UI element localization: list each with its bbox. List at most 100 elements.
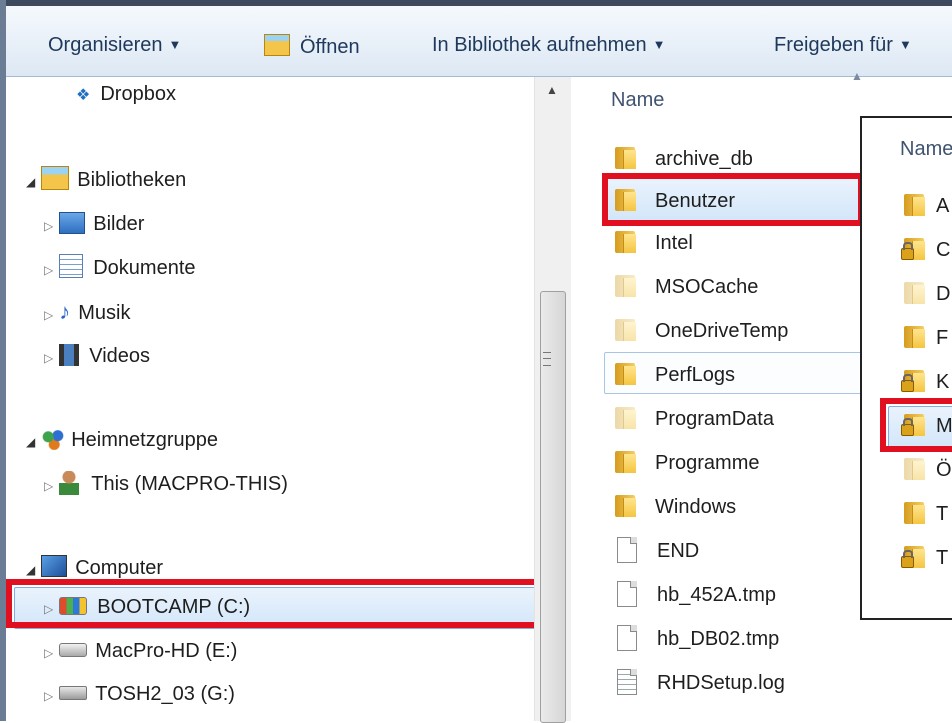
collapsed-triangle-icon: ▷ xyxy=(44,263,54,277)
command-bar: Organisieren ▼ Öffnen In Bibliothek aufne… xyxy=(6,6,952,77)
drive-icon xyxy=(59,643,88,657)
list-item[interactable]: hb_DB02.tmp xyxy=(617,622,779,656)
list-item[interactable]: archive_db xyxy=(615,142,753,176)
list-item[interactable]: F xyxy=(904,321,948,355)
user-icon xyxy=(59,471,80,495)
nav-item-homegroup[interactable]: ◢ Heimnetzgruppe xyxy=(26,423,218,457)
expanded-triangle-icon: ◢ xyxy=(26,435,36,449)
expanded-triangle-icon: ◢ xyxy=(26,175,36,189)
list-item[interactable]: C xyxy=(901,233,951,267)
include-library-button[interactable]: In Bibliothek aufnehmen ▼ xyxy=(432,34,665,57)
usb-drive-icon xyxy=(59,686,88,700)
annotation-highlight-overlay-item xyxy=(880,398,952,452)
file-name: OneDriveTemp xyxy=(655,320,789,342)
folder-icon xyxy=(904,502,925,524)
list-item[interactable]: OneDriveTemp xyxy=(615,314,788,348)
file-name: archive_db xyxy=(655,148,753,170)
collapsed-triangle-icon: ▷ xyxy=(44,479,54,493)
nav-item-pictures[interactable]: ▷ Bilder xyxy=(44,207,144,241)
collapsed-triangle-icon: ▷ xyxy=(44,351,54,365)
music-library-icon: ♪ xyxy=(59,299,71,324)
file-name: C xyxy=(936,239,951,261)
file-name: hb_452A.tmp xyxy=(657,584,776,606)
list-item[interactable]: RHDSetup.log xyxy=(617,666,785,700)
folder-icon xyxy=(615,275,636,297)
nav-item-dropbox[interactable]: ❖ Dropbox xyxy=(76,77,176,111)
list-item[interactable]: T xyxy=(904,497,948,531)
libraries-icon xyxy=(41,166,70,190)
share-with-button[interactable]: Freigeben für ▼ xyxy=(774,34,912,57)
file-name: F xyxy=(936,327,949,349)
nav-item-homegroup-user[interactable]: ▷ This (MACPRO-THIS) xyxy=(44,467,288,501)
nav-item-music[interactable]: ▷ ♪ Musik xyxy=(44,295,130,329)
list-item[interactable]: ProgramData xyxy=(615,402,774,436)
file-name: hb_DB02.tmp xyxy=(657,628,780,650)
nav-label: Bibliotheken xyxy=(77,169,187,191)
list-item[interactable]: Intel xyxy=(615,226,693,260)
include-library-label: In Bibliothek aufnehmen xyxy=(432,34,647,56)
folder-icon xyxy=(904,458,925,480)
folder-icon xyxy=(615,495,636,517)
folder-icon xyxy=(615,363,636,385)
scroll-grip-icon xyxy=(543,352,551,366)
chevron-down-icon: ▼ xyxy=(168,37,182,52)
nav-item-drive-e[interactable]: ▷ MacPro-HD (E:) xyxy=(44,634,237,668)
folder-icon xyxy=(904,282,925,304)
nav-item-videos[interactable]: ▷ Videos xyxy=(44,339,150,373)
folder-icon xyxy=(904,194,925,216)
list-item[interactable]: K xyxy=(901,365,949,399)
nav-label: MacPro-HD (E:) xyxy=(95,640,238,662)
organize-button[interactable]: Organisieren ▼ xyxy=(48,34,181,57)
list-item[interactable]: T xyxy=(901,541,949,575)
open-label: Öffnen xyxy=(300,36,360,58)
nav-label: TOSH2_03 (G:) xyxy=(95,683,235,705)
file-name: T xyxy=(936,503,949,525)
nav-item-drive-g[interactable]: ▷ TOSH2_03 (G:) xyxy=(44,677,235,711)
list-item[interactable]: MSOCache xyxy=(615,270,758,304)
file-icon xyxy=(617,537,637,563)
column-header-name[interactable]: Name xyxy=(900,138,952,161)
list-item[interactable]: D xyxy=(904,277,950,311)
list-item[interactable]: A xyxy=(904,189,949,223)
list-item[interactable]: Ö xyxy=(904,453,952,487)
chevron-down-icon: ▼ xyxy=(898,37,912,52)
file-name: END xyxy=(657,540,700,562)
file-name: A xyxy=(936,195,950,217)
chevron-down-icon: ▼ xyxy=(652,37,666,52)
documents-library-icon xyxy=(59,254,84,278)
folder-icon xyxy=(615,319,636,341)
file-name: T xyxy=(936,547,949,569)
list-item[interactable]: Windows xyxy=(615,490,736,524)
file-name: ProgramData xyxy=(655,408,774,430)
share-with-label: Freigeben für xyxy=(774,34,893,56)
nav-item-libraries[interactable]: ◢ Bibliotheken xyxy=(26,163,186,197)
list-item[interactable]: END xyxy=(617,534,699,568)
collapsed-triangle-icon: ▷ xyxy=(44,308,54,322)
nav-label: Dropbox xyxy=(100,83,176,105)
file-name: Programme xyxy=(655,452,760,474)
navigation-scrollbar[interactable]: ▲ xyxy=(534,77,572,723)
nav-label: Musik xyxy=(78,302,131,324)
annotation-highlight-drive-c xyxy=(6,579,545,628)
file-name: Intel xyxy=(655,232,693,254)
expanded-triangle-icon: ◢ xyxy=(26,563,36,577)
list-item[interactable]: PerfLogs xyxy=(615,358,735,392)
file-icon xyxy=(617,581,637,607)
list-item[interactable]: hb_452A.tmp xyxy=(617,578,776,612)
file-name: PerfLogs xyxy=(655,364,736,386)
nav-item-documents[interactable]: ▷ Dokumente xyxy=(44,251,196,285)
locked-folder-icon xyxy=(901,546,925,568)
folder-icon xyxy=(615,147,636,169)
file-icon xyxy=(617,625,637,651)
scroll-up-arrow-icon[interactable]: ▲ xyxy=(546,83,558,97)
column-header-name[interactable]: Name xyxy=(611,89,664,112)
file-name: D xyxy=(936,283,951,305)
collapsed-triangle-icon: ▷ xyxy=(44,219,54,233)
videos-library-icon xyxy=(59,344,80,366)
library-open-icon xyxy=(264,34,290,56)
nav-label: Videos xyxy=(89,345,151,367)
folder-icon xyxy=(615,407,636,429)
collapsed-triangle-icon: ▷ xyxy=(44,689,54,703)
list-item[interactable]: Programme xyxy=(615,446,759,480)
open-button[interactable]: Öffnen xyxy=(264,34,360,59)
